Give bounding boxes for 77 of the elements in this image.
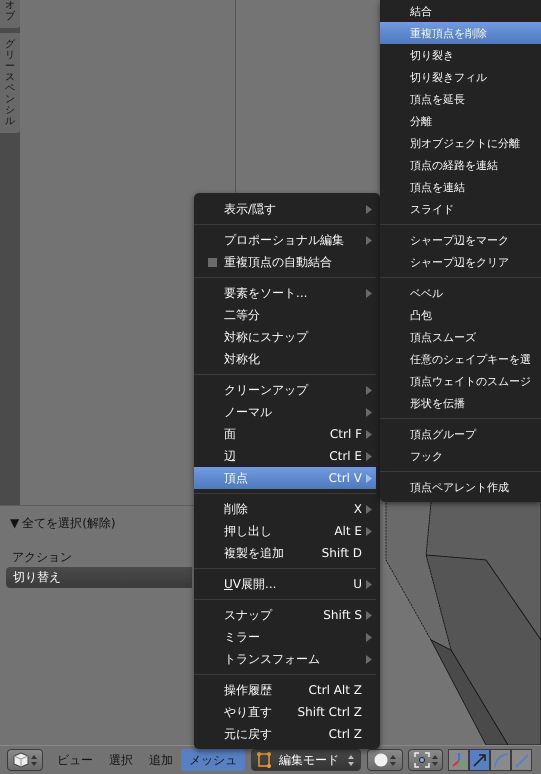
menu-item[interactable]: スナップ Shift S xyxy=(194,604,376,626)
menu-item[interactable]: ベベル xyxy=(380,282,541,304)
menu-item[interactable]: 頂点を連結 xyxy=(380,176,541,198)
menu-item[interactable]: ノーマル xyxy=(194,401,376,423)
menu-item[interactable]: 切り裂きフィル xyxy=(380,66,541,88)
menu-item[interactable]: 頂点ウェイトのスムージ xyxy=(380,370,541,392)
shortcut-text: Alt E xyxy=(333,524,362,538)
header-menu[interactable]: メッシュ xyxy=(181,749,245,771)
menu-item[interactable]: シャープ辺をクリア xyxy=(380,251,541,273)
menu-item[interactable]: フック xyxy=(380,445,541,467)
menu-item[interactable]: シャープ辺をマーク xyxy=(380,229,541,251)
menu-item[interactable]: 頂点スムーズ xyxy=(380,326,541,348)
menu-item[interactable]: 対称化 xyxy=(194,348,376,370)
menu-item[interactable]: 押し出し Alt E xyxy=(194,520,376,542)
menu-item[interactable]: 任意のシェイプキーを選 xyxy=(380,348,541,370)
menu-item[interactable]: スライド xyxy=(380,198,541,220)
menu-item[interactable]: プロポーショナル編集 xyxy=(194,229,376,251)
header-menu[interactable]: 選択 xyxy=(101,749,141,771)
panel-title: 全てを選択(解除) xyxy=(22,514,116,532)
menu-item[interactable]: 頂点 Ctrl V xyxy=(194,467,376,489)
cube-icon xyxy=(13,752,29,768)
shortcut-text: X xyxy=(352,502,362,516)
menu-item[interactable]: 頂点の経路を連結 xyxy=(380,154,541,176)
menu-item[interactable]: 削除 X xyxy=(194,498,376,520)
menu-item[interactable]: 面 Ctrl F xyxy=(194,423,376,445)
menu-item[interactable]: 重複頂点を削除 xyxy=(380,22,541,44)
menu-item[interactable]: 対称にスナップ xyxy=(194,326,376,348)
shortcut-text: U xyxy=(352,577,362,591)
menu-item[interactable]: 二等分 xyxy=(194,304,376,326)
menu-item[interactable]: 重複頂点の自動結合 xyxy=(194,251,376,273)
view-type-button[interactable] xyxy=(7,749,43,771)
menu-item[interactable]: 表示/隠す xyxy=(194,198,376,220)
menu-item[interactable]: 別オブジェクトに分離 xyxy=(380,132,541,154)
menu-item[interactable]: UV展開... U xyxy=(194,573,376,595)
menu-item[interactable]: 複製を追加 Shift D xyxy=(194,542,376,564)
rotate-arc-icon[interactable] xyxy=(490,749,511,771)
up-down-arrows-icon xyxy=(348,754,354,766)
checkbox[interactable] xyxy=(208,258,216,266)
menu-item[interactable]: 操作履歴 Ctrl Alt Z xyxy=(194,679,376,701)
menu-item[interactable]: 切り裂き xyxy=(380,44,541,66)
shortcut-text: Shift S xyxy=(322,608,362,622)
up-down-arrows-icon xyxy=(390,754,396,766)
up-down-arrows-icon xyxy=(432,754,438,766)
sphere-icon xyxy=(374,753,388,767)
header-menu[interactable]: ビュー xyxy=(49,749,101,771)
shortcut-text: Shift Ctrl Z xyxy=(296,705,362,719)
shortcut-text: Ctrl V xyxy=(328,471,362,485)
field-label: アクション xyxy=(11,549,73,566)
menu-item[interactable]: 結合 xyxy=(380,0,541,22)
menu-item[interactable]: 形状を伝播 xyxy=(380,392,541,414)
pivot-dropdown[interactable] xyxy=(408,749,443,771)
shortcut-text: Shift D xyxy=(320,546,362,560)
menu-item[interactable]: クリーンアップ xyxy=(194,379,376,401)
header-menu[interactable]: 追加 xyxy=(141,749,181,771)
menu-item[interactable]: やり直す Shift Ctrl Z xyxy=(194,701,376,723)
pivot-icon xyxy=(414,752,430,768)
menu-item[interactable]: 辺 Ctrl E xyxy=(194,445,376,467)
menu-item[interactable]: 頂点ペアレント作成 xyxy=(380,476,541,498)
edit-mode-icon xyxy=(256,752,272,768)
collapse-toggle[interactable]: ▼ xyxy=(10,516,20,530)
menu-item[interactable]: 要素をソート... xyxy=(194,282,376,304)
menu-item[interactable]: 頂点を延長 xyxy=(380,88,541,110)
mode-dropdown[interactable]: 編集モード xyxy=(251,749,361,771)
up-down-arrows-icon xyxy=(31,754,37,766)
action-dropdown[interactable]: 切り替え xyxy=(6,567,192,588)
axes-icon[interactable] xyxy=(448,749,469,771)
menu-item[interactable]: ミラー xyxy=(194,626,376,648)
menu-item[interactable]: トランスフォーム xyxy=(194,648,376,670)
shortcut-text: Ctrl Alt Z xyxy=(308,683,362,697)
menu-item[interactable]: 凸包 xyxy=(380,304,541,326)
menu-item[interactable]: 元に戻す Ctrl Z xyxy=(194,723,376,745)
menu-item[interactable]: 分離 xyxy=(380,110,541,132)
shading-dropdown[interactable] xyxy=(367,749,403,771)
menu-item[interactable]: 頂点グループ xyxy=(380,423,541,445)
shortcut-text: Ctrl Z xyxy=(328,727,362,741)
shortcut-text: Ctrl F xyxy=(328,427,362,441)
shortcut-text: Ctrl E xyxy=(328,449,362,463)
